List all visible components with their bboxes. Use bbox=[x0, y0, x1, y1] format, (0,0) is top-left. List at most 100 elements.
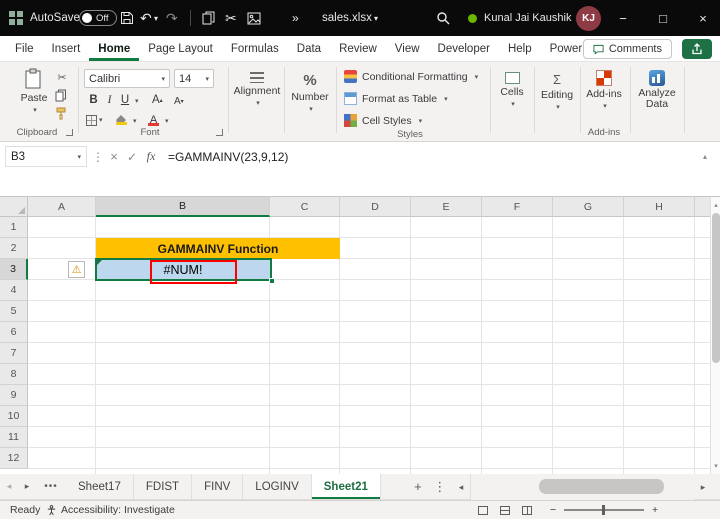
tab-help[interactable]: Help bbox=[499, 36, 541, 61]
scroll-down-icon[interactable]: ▾ bbox=[711, 459, 720, 473]
cell[interactable] bbox=[270, 385, 340, 406]
cell[interactable] bbox=[270, 427, 340, 448]
cell-styles-button[interactable]: Cell Styles ▾ bbox=[344, 114, 422, 127]
cell[interactable] bbox=[411, 217, 482, 238]
cell[interactable] bbox=[624, 427, 695, 448]
cells-button[interactable]: Cells ▾ bbox=[494, 72, 530, 108]
sheet-tab-loginv[interactable]: LOGINV bbox=[243, 474, 312, 499]
cell[interactable] bbox=[695, 385, 711, 406]
cell[interactable] bbox=[96, 364, 270, 385]
font-dialog-launcher-icon[interactable] bbox=[216, 129, 223, 136]
editing-button[interactable]: Σ Editing ▾ bbox=[538, 72, 576, 111]
cell[interactable] bbox=[482, 280, 553, 301]
cell[interactable] bbox=[624, 364, 695, 385]
share-button[interactable] bbox=[682, 39, 712, 59]
app-launcher-icon[interactable] bbox=[9, 0, 23, 36]
fill-handle[interactable] bbox=[269, 278, 275, 284]
tab-developer[interactable]: Developer bbox=[429, 36, 499, 61]
column-header-D[interactable]: D bbox=[340, 197, 411, 217]
cell[interactable] bbox=[482, 238, 553, 259]
minimize-button[interactable]: − bbox=[606, 0, 640, 36]
format-as-table-button[interactable]: Format as Table ▾ bbox=[344, 92, 448, 105]
page-break-view-button[interactable] bbox=[522, 501, 532, 519]
copy-icon[interactable] bbox=[202, 0, 215, 36]
sheet-tab-sheet21[interactable]: Sheet21 bbox=[311, 474, 381, 499]
cell[interactable] bbox=[96, 280, 270, 301]
cell[interactable] bbox=[411, 448, 482, 469]
column-header-E[interactable]: E bbox=[411, 197, 482, 217]
cell[interactable] bbox=[96, 322, 270, 343]
tab-home[interactable]: Home bbox=[89, 36, 139, 61]
cell-B2-title[interactable]: GAMMAINV Function bbox=[96, 238, 340, 259]
cell[interactable] bbox=[553, 322, 624, 343]
cell[interactable] bbox=[553, 301, 624, 322]
cell[interactable] bbox=[96, 301, 270, 322]
cell[interactable] bbox=[28, 301, 96, 322]
cell[interactable] bbox=[96, 385, 270, 406]
save-icon[interactable] bbox=[120, 0, 134, 36]
cell[interactable] bbox=[96, 448, 270, 469]
tab-review[interactable]: Review bbox=[330, 36, 386, 61]
cell[interactable] bbox=[411, 427, 482, 448]
formula-bar-handle-icon[interactable]: ⋮ bbox=[92, 146, 104, 167]
cell[interactable] bbox=[340, 448, 411, 469]
cell[interactable] bbox=[28, 406, 96, 427]
cell[interactable] bbox=[340, 217, 411, 238]
cell[interactable] bbox=[695, 280, 711, 301]
cell[interactable] bbox=[340, 364, 411, 385]
vertical-scrollbar[interactable]: ▴ ▾ bbox=[710, 197, 720, 474]
cell[interactable] bbox=[411, 259, 482, 280]
cell[interactable] bbox=[624, 343, 695, 364]
cell[interactable] bbox=[553, 343, 624, 364]
insert-function-button[interactable]: fx bbox=[142, 146, 160, 167]
maximize-button[interactable]: □ bbox=[646, 0, 680, 36]
search-icon[interactable] bbox=[436, 0, 450, 36]
row-header-7[interactable]: 7 bbox=[0, 343, 28, 364]
vertical-scroll-thumb[interactable] bbox=[712, 213, 720, 363]
tab-file[interactable]: File bbox=[6, 36, 43, 61]
cell[interactable] bbox=[695, 238, 711, 259]
hscroll-left-icon[interactable]: ◂ bbox=[452, 482, 470, 493]
horizontal-scroll-thumb[interactable] bbox=[539, 479, 664, 494]
cell[interactable] bbox=[411, 322, 482, 343]
cell[interactable] bbox=[411, 301, 482, 322]
autosave-toggle[interactable]: Off bbox=[79, 0, 117, 36]
cell[interactable] bbox=[695, 427, 711, 448]
italic-button[interactable]: I bbox=[103, 92, 116, 108]
new-sheet-button[interactable]: + bbox=[407, 474, 429, 499]
enter-button[interactable]: ✓ bbox=[124, 146, 140, 167]
row-header-4[interactable]: 4 bbox=[0, 280, 28, 301]
cut-button[interactable]: ✂ bbox=[52, 70, 72, 85]
decrease-font-button[interactable]: A ▾ bbox=[174, 93, 184, 109]
cell[interactable] bbox=[28, 238, 96, 259]
cell[interactable] bbox=[411, 238, 482, 259]
column-header-G[interactable]: G bbox=[553, 197, 624, 217]
clipboard-dialog-launcher-icon[interactable] bbox=[66, 129, 73, 136]
cell[interactable] bbox=[270, 343, 340, 364]
cell[interactable] bbox=[482, 406, 553, 427]
sheet-overflow-button[interactable]: ••• bbox=[36, 474, 66, 499]
row-header-9[interactable]: 9 bbox=[0, 385, 28, 406]
sheet-menu-icon[interactable]: ⋮ bbox=[429, 474, 451, 499]
comments-button[interactable]: Comments bbox=[582, 39, 672, 59]
cell[interactable] bbox=[96, 427, 270, 448]
normal-view-button[interactable] bbox=[478, 501, 488, 519]
row-header-1[interactable]: 1 bbox=[0, 217, 28, 238]
cell[interactable] bbox=[340, 259, 411, 280]
close-button[interactable]: × bbox=[686, 0, 720, 36]
cell[interactable] bbox=[482, 343, 553, 364]
cell[interactable] bbox=[482, 427, 553, 448]
cell[interactable] bbox=[624, 448, 695, 469]
cell[interactable] bbox=[482, 322, 553, 343]
cell[interactable] bbox=[411, 385, 482, 406]
column-header-B[interactable]: B bbox=[96, 197, 270, 217]
cell[interactable] bbox=[340, 322, 411, 343]
fill-color-dropdown-icon[interactable]: ▾ bbox=[133, 117, 137, 125]
formula-bar-expand-icon[interactable]: ▴ bbox=[698, 146, 712, 167]
cell[interactable] bbox=[270, 259, 340, 280]
alignment-button[interactable]: Alignment ▾ bbox=[233, 72, 281, 107]
image-icon[interactable] bbox=[247, 0, 261, 36]
document-title[interactable]: sales.xlsx bbox=[322, 0, 372, 36]
cell[interactable] bbox=[28, 385, 96, 406]
column-header-A[interactable]: A bbox=[28, 197, 96, 217]
